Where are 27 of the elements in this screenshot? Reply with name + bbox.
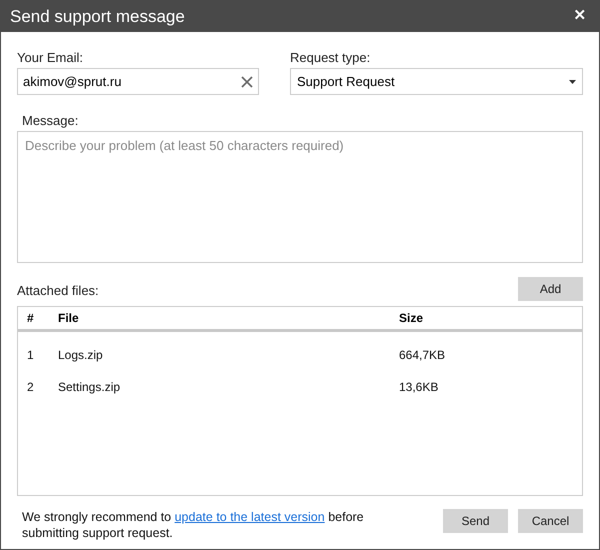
caret-icon xyxy=(569,80,576,84)
column-header[interactable]: # xyxy=(18,309,58,327)
table-cell-text: Settings.zip xyxy=(58,379,122,396)
add-button[interactable]: Add xyxy=(518,277,583,301)
dropdown-value: Support Request xyxy=(297,72,395,91)
message-field[interactable]: Describe your problem (at least 50 characters required) xyxy=(17,131,583,263)
table-cell-text: 1 xyxy=(26,347,35,364)
update-link[interactable]: update to the latest version xyxy=(174,510,325,524)
field-value: akimov@sprut.ru xyxy=(23,72,122,91)
column-header[interactable]: Size xyxy=(399,309,519,327)
email-field[interactable]: akimov@sprut.ru xyxy=(17,68,259,95)
field-label: Your Email: xyxy=(17,49,84,67)
field-label: Request type: xyxy=(290,49,372,67)
table-cell-text: 664,7KB xyxy=(399,347,446,364)
clear-icon[interactable] xyxy=(241,76,253,88)
close-button[interactable]: ✕ xyxy=(570,5,590,28)
field-label: Message: xyxy=(22,112,80,130)
table-cell-text: Logs.zip xyxy=(58,347,104,364)
send-button[interactable]: Send xyxy=(443,509,508,533)
notice-text: We strongly recommend to update to the latest version before submitting support request. xyxy=(22,509,365,541)
window-title: Send support message xyxy=(10,6,185,28)
table-cell-text: 2 xyxy=(26,379,35,396)
attached-files-label: Attached files: xyxy=(17,282,99,300)
request-type-dropdown[interactable]: Support Request xyxy=(290,68,583,95)
column-header[interactable]: File xyxy=(58,309,399,327)
table-cell-text: 13,6KB xyxy=(399,379,440,396)
cancel-button[interactable]: Cancel xyxy=(518,509,583,533)
